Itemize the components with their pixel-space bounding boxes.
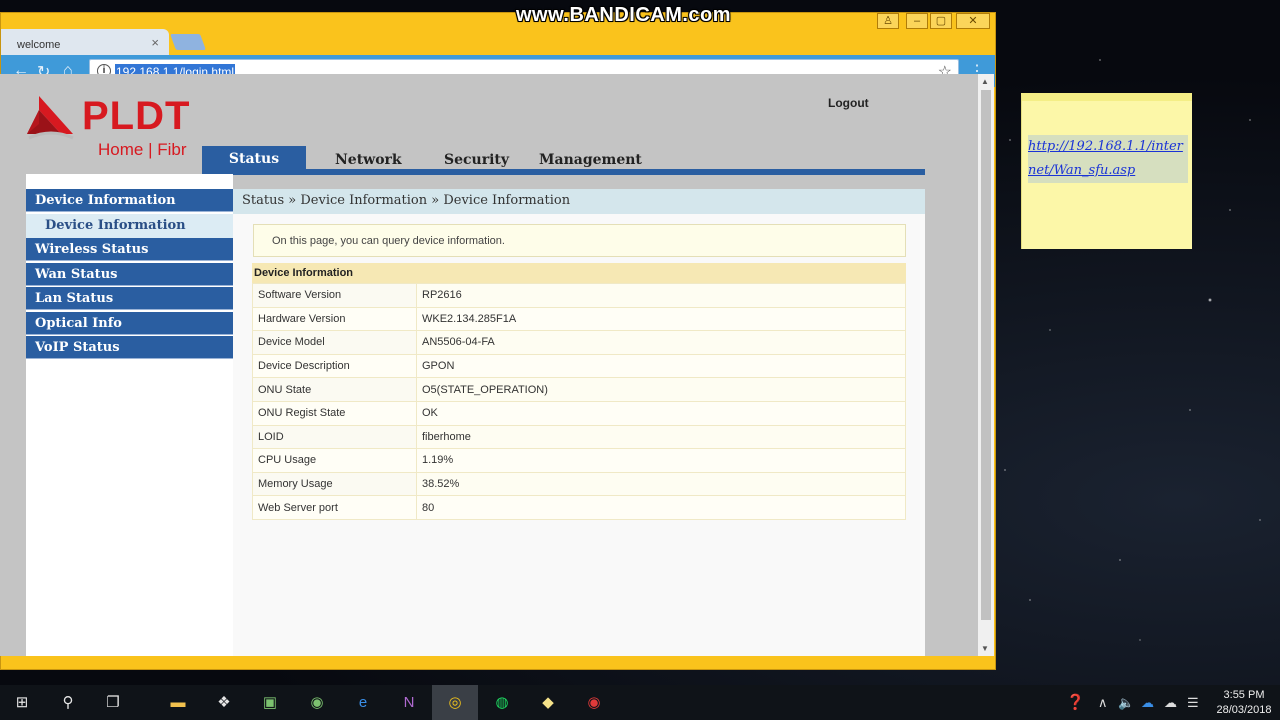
- windows-start-icon[interactable]: ⊞: [10, 691, 34, 715]
- tab-network[interactable]: Network: [335, 152, 402, 168]
- app-green-icon[interactable]: ▣: [258, 691, 282, 715]
- dropbox-icon[interactable]: ❖: [212, 691, 236, 715]
- row-value: GPON: [416, 353, 906, 379]
- clock-date: 28/03/2018: [1216, 704, 1272, 716]
- nav-underline: [202, 169, 925, 175]
- recording-watermark: www.BANDICAM.com: [516, 4, 732, 26]
- taskbar: ⊞ ⚲ ❐ ▬ ❖ ▣ ◉ e N ◎ ◍ ◆ ◉ ❓ ∧ 🔈 ☁ ☁ ☰ 3:…: [0, 685, 1280, 720]
- table-row: Software Version RP2616: [252, 283, 906, 308]
- row-label: Hardware Version: [252, 306, 417, 332]
- logo-subtitle: Home | Fibr: [98, 140, 187, 159]
- tab-management[interactable]: Management: [539, 152, 642, 168]
- row-label: Web Server port: [252, 495, 417, 520]
- cloud-icon[interactable]: ☁: [1164, 695, 1177, 711]
- sidebar-item-wireless-status[interactable]: Wireless Status: [26, 238, 233, 261]
- row-label: ONU State: [252, 377, 417, 402]
- logout-link[interactable]: Logout: [828, 96, 869, 110]
- main-nav: Status Network Security Management: [202, 146, 925, 178]
- main-content: Status » Device Information » Device Inf…: [233, 189, 925, 656]
- edge-icon[interactable]: e: [351, 691, 375, 715]
- scroll-up-icon[interactable]: ▲: [981, 77, 989, 86]
- row-value: fiberhome: [416, 424, 906, 450]
- tab-close-icon[interactable]: ×: [151, 35, 159, 50]
- table-row: ONU Regist State OK: [252, 400, 906, 426]
- sticky-note[interactable]: http://192.168.1.1/internet/Wan_sfu.asp: [1021, 93, 1192, 249]
- tab-status[interactable]: Status: [202, 146, 306, 171]
- sidebar-item-voip-status[interactable]: VoIP Status: [26, 336, 233, 359]
- title-bar: welcome × www.BANDICAM.com ♙ – ▢ ✕: [1, 4, 995, 57]
- row-value: 1.19%: [416, 448, 906, 473]
- pldt-logo-icon: [27, 96, 74, 140]
- sidebar-item-device-information[interactable]: Device Information: [26, 189, 233, 212]
- row-label: LOID: [252, 424, 417, 450]
- row-label: CPU Usage: [252, 448, 417, 473]
- file-explorer-icon[interactable]: ▬: [166, 691, 190, 715]
- volume-icon[interactable]: 🔈: [1118, 695, 1134, 711]
- spotify-icon[interactable]: ◍: [490, 691, 514, 715]
- device-info-table: Software Version RP2616 Hardware Version W…: [252, 283, 906, 520]
- help-icon[interactable]: ❓: [1066, 693, 1085, 711]
- bandicam-record-icon[interactable]: ◉: [582, 691, 606, 715]
- section-title: Device Information: [252, 263, 906, 283]
- sidebar-subitem-device-information[interactable]: Device Information: [26, 214, 233, 238]
- clock-time: 3:55 PM: [1223, 689, 1265, 701]
- show-hidden-icons-icon[interactable]: ∧: [1098, 695, 1108, 711]
- table-row: CPU Usage 1.19%: [252, 448, 906, 473]
- vertical-scrollbar[interactable]: ▲ ▼: [978, 74, 994, 656]
- logo-wordmark: PLDT: [82, 94, 191, 138]
- table-row: Device Model AN5506-04-FA: [252, 330, 906, 355]
- tripadvisor-icon[interactable]: ◉: [305, 691, 329, 715]
- row-value: WKE2.134.285F1A: [416, 306, 906, 332]
- page-viewport: PLDT Home | Fibr Logout Status Network S…: [0, 74, 978, 656]
- breadcrumb: Status » Device Information » Device Inf…: [233, 189, 925, 214]
- onenote-icon[interactable]: N: [397, 691, 421, 715]
- row-value: O5(STATE_OPERATION): [416, 377, 906, 402]
- sticky-note-text[interactable]: http://192.168.1.1/internet/Wan_sfu.asp: [1028, 135, 1188, 183]
- row-label: ONU Regist State: [252, 400, 417, 426]
- scroll-thumb[interactable]: [981, 90, 991, 620]
- row-label: Memory Usage: [252, 471, 417, 497]
- sidebar: Device Information Device Information Wi…: [26, 174, 233, 656]
- new-tab-button[interactable]: [170, 34, 206, 50]
- scroll-down-icon[interactable]: ▼: [981, 644, 989, 653]
- browser-tab[interactable]: welcome ×: [1, 29, 169, 57]
- table-row: Hardware Version WKE2.134.285F1A: [252, 306, 906, 332]
- row-value: 38.52%: [416, 471, 906, 497]
- row-value: 80: [416, 495, 906, 520]
- notifications-icon[interactable]: ☰: [1187, 695, 1199, 711]
- table-row: Device Description GPON: [252, 353, 906, 379]
- sidebar-item-wan-status[interactable]: Wan Status: [26, 263, 233, 286]
- maximize-button[interactable]: ▢: [930, 13, 952, 29]
- row-value: AN5506-04-FA: [416, 330, 906, 355]
- tab-title: welcome: [17, 39, 61, 51]
- table-row: Web Server port 80: [252, 495, 906, 520]
- row-label: Software Version: [252, 283, 417, 308]
- row-label: Device Model: [252, 330, 417, 355]
- chrome-icon[interactable]: ◎: [432, 685, 478, 720]
- sticky-notes-icon[interactable]: ◆: [536, 691, 560, 715]
- user-icon[interactable]: ♙: [877, 13, 899, 29]
- table-row: LOID fiberhome: [252, 424, 906, 450]
- info-notice: On this page, you can query device infor…: [253, 224, 906, 257]
- row-value: OK: [416, 400, 906, 426]
- sidebar-item-lan-status[interactable]: Lan Status: [26, 287, 233, 310]
- row-label: Device Description: [252, 353, 417, 379]
- onedrive-icon[interactable]: ☁: [1141, 695, 1154, 711]
- minimize-button[interactable]: –: [906, 13, 928, 29]
- tab-security[interactable]: Security: [444, 152, 509, 168]
- task-view-icon[interactable]: ❐: [101, 691, 125, 715]
- table-row: ONU State O5(STATE_OPERATION): [252, 377, 906, 402]
- row-value: RP2616: [416, 283, 906, 308]
- search-icon[interactable]: ⚲: [56, 691, 80, 715]
- table-row: Memory Usage 38.52%: [252, 471, 906, 497]
- close-window-button[interactable]: ✕: [956, 13, 990, 29]
- sidebar-item-optical-info[interactable]: Optical Info: [26, 312, 233, 335]
- taskbar-clock[interactable]: 3:55 PM 28/03/2018: [1212, 688, 1276, 718]
